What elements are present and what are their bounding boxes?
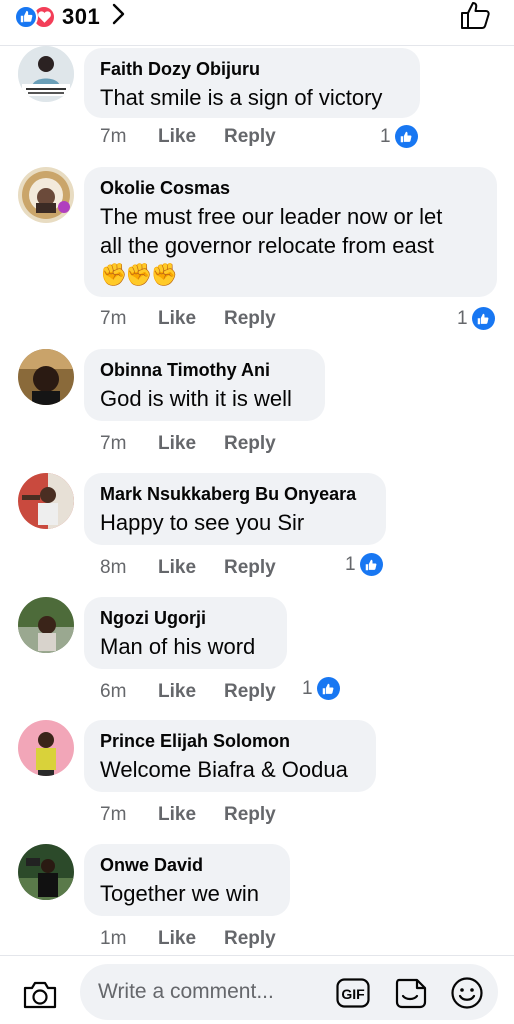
comment-time: 7m <box>100 433 127 454</box>
avatar[interactable] <box>18 597 74 653</box>
like-button[interactable]: Like <box>158 681 224 703</box>
comment-text: Man of his word <box>100 634 256 659</box>
avatar[interactable] <box>18 46 74 102</box>
comment-actions: 1m Like Reply <box>100 928 276 950</box>
comment-text: Happy to see you Sir <box>100 510 305 535</box>
thumbs-up-outline-icon[interactable] <box>460 0 492 35</box>
comment-input-placeholder[interactable]: Write a comment... <box>98 980 274 1004</box>
comment-text-line: all the governor relocate from east <box>100 233 434 258</box>
like-button[interactable]: Like <box>158 804 224 826</box>
comment-composer: Write a comment... GIF <box>0 955 514 1024</box>
comment-time: 1m <box>100 928 127 949</box>
like-icon <box>471 307 495 330</box>
chevron-right-icon[interactable] <box>112 3 126 30</box>
like-count-number: 1 <box>345 553 356 575</box>
comment-text: That smile is a sign of victory <box>100 85 383 110</box>
comment-bubble[interactable]: Mark Nsukkaberg Bu Onyeara Happy to see … <box>84 473 386 545</box>
comment-input[interactable]: Write a comment... GIF <box>80 964 498 1020</box>
comment-bubble[interactable]: Ngozi Ugorji Man of his word <box>84 597 287 669</box>
reactions-header: 301 <box>0 0 514 46</box>
comment-author[interactable]: Faith Dozy Obijuru <box>100 58 404 80</box>
avatar[interactable] <box>18 720 74 776</box>
like-button[interactable]: Like <box>158 557 224 579</box>
comment-author[interactable]: Mark Nsukkaberg Bu Onyeara <box>100 483 370 505</box>
like-icon <box>316 677 340 700</box>
comment-like-count[interactable]: 1 <box>380 125 418 148</box>
camera-icon[interactable] <box>22 980 58 1015</box>
sticker-icon[interactable] <box>393 976 429 1015</box>
raised-fist-emojis: ✊✊✊ <box>100 262 178 287</box>
reply-button[interactable]: Reply <box>224 308 276 330</box>
comment-actions: 7m Like Reply <box>100 804 276 826</box>
comment-bubble[interactable]: Onwe David Together we win <box>84 844 290 916</box>
gif-label: GIF <box>341 986 365 1002</box>
like-icon <box>359 553 383 576</box>
like-button[interactable]: Like <box>158 126 224 148</box>
comment-like-count[interactable]: 1 <box>457 307 495 330</box>
comment-author[interactable]: Prince Elijah Solomon <box>100 730 360 752</box>
like-count-number: 1 <box>380 125 391 147</box>
comment-like-count[interactable]: 1 <box>302 677 340 700</box>
comment-time: 8m <box>100 557 127 578</box>
comment-time: 7m <box>100 804 127 825</box>
reaction-count: 301 <box>62 3 101 29</box>
avatar[interactable] <box>18 349 74 405</box>
like-count-number: 1 <box>302 677 313 699</box>
reply-button[interactable]: Reply <box>224 126 276 148</box>
avatar[interactable] <box>18 473 74 529</box>
like-reaction-icon <box>14 4 38 29</box>
comment-bubble[interactable]: Obinna Timothy Ani God is with it is wel… <box>84 349 325 421</box>
comment-actions: 7m Like Reply <box>100 126 276 148</box>
comment-author[interactable]: Okolie Cosmas <box>100 177 481 199</box>
comment-like-count[interactable]: 1 <box>345 553 383 576</box>
reply-button[interactable]: Reply <box>224 804 276 826</box>
comment-author[interactable]: Ngozi Ugorji <box>100 607 271 629</box>
comment-bubble[interactable]: Faith Dozy Obijuru That smile is a sign … <box>84 48 420 118</box>
reply-button[interactable]: Reply <box>224 681 276 703</box>
comment-author[interactable]: Obinna Timothy Ani <box>100 359 309 381</box>
comment-actions: 7m Like Reply <box>100 308 276 330</box>
comment-bubble[interactable]: Okolie Cosmas The must free our leader n… <box>84 167 497 297</box>
reply-button[interactable]: Reply <box>224 433 276 455</box>
like-count-number: 1 <box>457 307 468 329</box>
comment-time: 7m <box>100 126 127 147</box>
comment-text: God is with it is well <box>100 386 292 411</box>
like-icon <box>394 125 418 148</box>
emoji-icon[interactable] <box>450 976 484 1015</box>
comment-author[interactable]: Onwe David <box>100 854 274 876</box>
like-button[interactable]: Like <box>158 928 224 950</box>
like-button[interactable]: Like <box>158 308 224 330</box>
reply-button[interactable]: Reply <box>224 928 276 950</box>
comment-time: 7m <box>100 308 127 329</box>
comment-bubble[interactable]: Prince Elijah Solomon Welcome Biafra & O… <box>84 720 376 792</box>
reply-button[interactable]: Reply <box>224 557 276 579</box>
like-button[interactable]: Like <box>158 433 224 455</box>
reaction-summary[interactable]: 301 <box>14 3 126 30</box>
comment-text: Welcome Biafra & Oodua <box>100 757 348 782</box>
comment-actions: 8m Like Reply <box>100 557 276 579</box>
gif-icon[interactable]: GIF <box>336 978 370 1013</box>
avatar[interactable] <box>18 844 74 900</box>
comment-time: 6m <box>100 681 127 702</box>
comment-text: Together we win <box>100 881 259 906</box>
comment-actions: 7m Like Reply <box>100 433 276 455</box>
avatar[interactable] <box>18 167 74 223</box>
comment-actions: 6m Like Reply <box>100 681 276 703</box>
comment-text-line: The must free our leader now or let <box>100 204 443 229</box>
